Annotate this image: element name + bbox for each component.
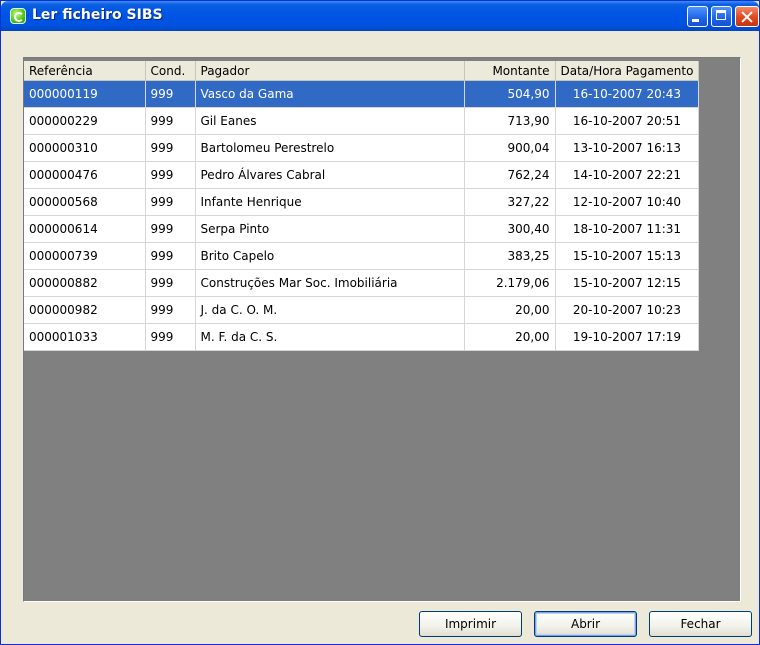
cell-montante: 20,00 [464,296,556,324]
cell-montante: 20,00 [464,323,556,351]
table-row[interactable]: 000000476 999 Pedro Álvares Cabral 762,24 14… [24,161,700,189]
cell-referencia: 000000229 [24,107,146,135]
cell-referencia: 000000982 [24,296,146,324]
cell-data-hora: 16-10-2007 20:51 [555,107,700,135]
column-header-data-hora[interactable]: Data/Hora Pagamento [555,61,700,81]
cell-cond: 999 [145,296,196,324]
cell-cond: 999 [145,161,196,189]
table-header-row: Referência Cond. Pagador Montante Data/H… [24,61,700,81]
cell-pagador: Gil Eanes [195,107,465,135]
column-header-referencia[interactable]: Referência [24,61,146,81]
cell-data-hora: 15-10-2007 15:13 [555,242,700,270]
cell-pagador: Vasco da Gama [195,80,465,108]
cell-referencia: 000001033 [24,323,146,351]
cell-pagador: Serpa Pinto [195,215,465,243]
cell-data-hora: 20-10-2007 10:23 [555,296,700,324]
cell-montante: 327,22 [464,188,556,216]
cell-montante: 383,25 [464,242,556,270]
cell-pagador: Brito Capelo [195,242,465,270]
app-icon [10,8,26,24]
column-header-montante[interactable]: Montante [464,61,556,81]
payments-grid-area[interactable]: Referência Cond. Pagador Montante Data/H… [23,57,741,602]
maximize-button[interactable] [711,6,732,27]
table-row[interactable]: 000000568 999 Infante Henrique 327,22 12-10-… [24,188,700,216]
cell-data-hora: 18-10-2007 11:31 [555,215,700,243]
cell-data-hora: 15-10-2007 12:15 [555,269,700,297]
cell-cond: 999 [145,269,196,297]
cell-pagador: J. da C. O. M. [195,296,465,324]
cell-referencia: 000000119 [24,80,146,108]
table-row[interactable]: 000000882 999 Construções Mar Soc. Imobili… [24,269,700,297]
cell-pagador: Infante Henrique [195,188,465,216]
title-bar[interactable]: Ler ficheiro SIBS [1,1,759,31]
close-button[interactable]: Fechar [649,611,752,637]
close-window-button[interactable] [735,6,759,27]
cell-referencia: 000000568 [24,188,146,216]
cell-montante: 762,24 [464,161,556,189]
payments-table: Referência Cond. Pagador Montante Data/H… [24,61,700,351]
cell-cond: 999 [145,323,196,351]
cell-montante: 713,90 [464,107,556,135]
cell-referencia: 000000476 [24,161,146,189]
print-button[interactable]: Imprimir [419,611,522,637]
cell-cond: 999 [145,188,196,216]
cell-cond: 999 [145,215,196,243]
cell-cond: 999 [145,242,196,270]
table-row[interactable]: 000000310 999 Bartolomeu Perestrelo 900,04 1… [24,134,700,162]
table-row[interactable]: 000000229 999 Gil Eanes 713,90 16-10-2007 20… [24,107,700,135]
cell-cond: 999 [145,107,196,135]
window-title: Ler ficheiro SIBS [32,7,163,23]
cell-data-hora: 19-10-2007 17:19 [555,323,700,351]
minimize-button[interactable] [687,6,708,27]
cell-pagador: Pedro Álvares Cabral [195,161,465,189]
cell-data-hora: 12-10-2007 10:40 [555,188,700,216]
cell-referencia: 000000739 [24,242,146,270]
table-row[interactable]: 000001033 999 M. F. da C. S. 20,00 19-10-200… [24,323,700,351]
cell-montante: 504,90 [464,80,556,108]
column-header-cond[interactable]: Cond. [145,61,196,81]
cell-cond: 999 [145,80,196,108]
cell-referencia: 000000310 [24,134,146,162]
cell-data-hora: 16-10-2007 20:43 [555,80,700,108]
column-header-pagador[interactable]: Pagador [195,61,465,81]
open-button[interactable]: Abrir [534,611,637,637]
cell-data-hora: 14-10-2007 22:21 [555,161,700,189]
window: Ler ficheiro SIBS Referência Cond. Pagad… [0,0,760,645]
table-row[interactable]: 000000614 999 Serpa Pinto 300,40 18-10-2007 … [24,215,700,243]
cell-montante: 2.179,06 [464,269,556,297]
table-row[interactable]: 000000739 999 Brito Capelo 383,25 15-10-2007… [24,242,700,270]
cell-pagador: M. F. da C. S. [195,323,465,351]
cell-cond: 999 [145,134,196,162]
cell-pagador: Construções Mar Soc. Imobiliária [195,269,465,297]
cell-montante: 900,04 [464,134,556,162]
cell-referencia: 000000614 [24,215,146,243]
cell-referencia: 000000882 [24,269,146,297]
cell-montante: 300,40 [464,215,556,243]
table-row[interactable]: 000000119 999 Vasco da Gama 504,90 16-10-200… [24,80,700,108]
table-body: 000000119 999 Vasco da Gama 504,90 16-10-200… [24,80,700,351]
cell-pagador: Bartolomeu Perestrelo [195,134,465,162]
cell-data-hora: 13-10-2007 16:13 [555,134,700,162]
table-row[interactable]: 000000982 999 J. da C. O. M. 20,00 20-10-200… [24,296,700,324]
